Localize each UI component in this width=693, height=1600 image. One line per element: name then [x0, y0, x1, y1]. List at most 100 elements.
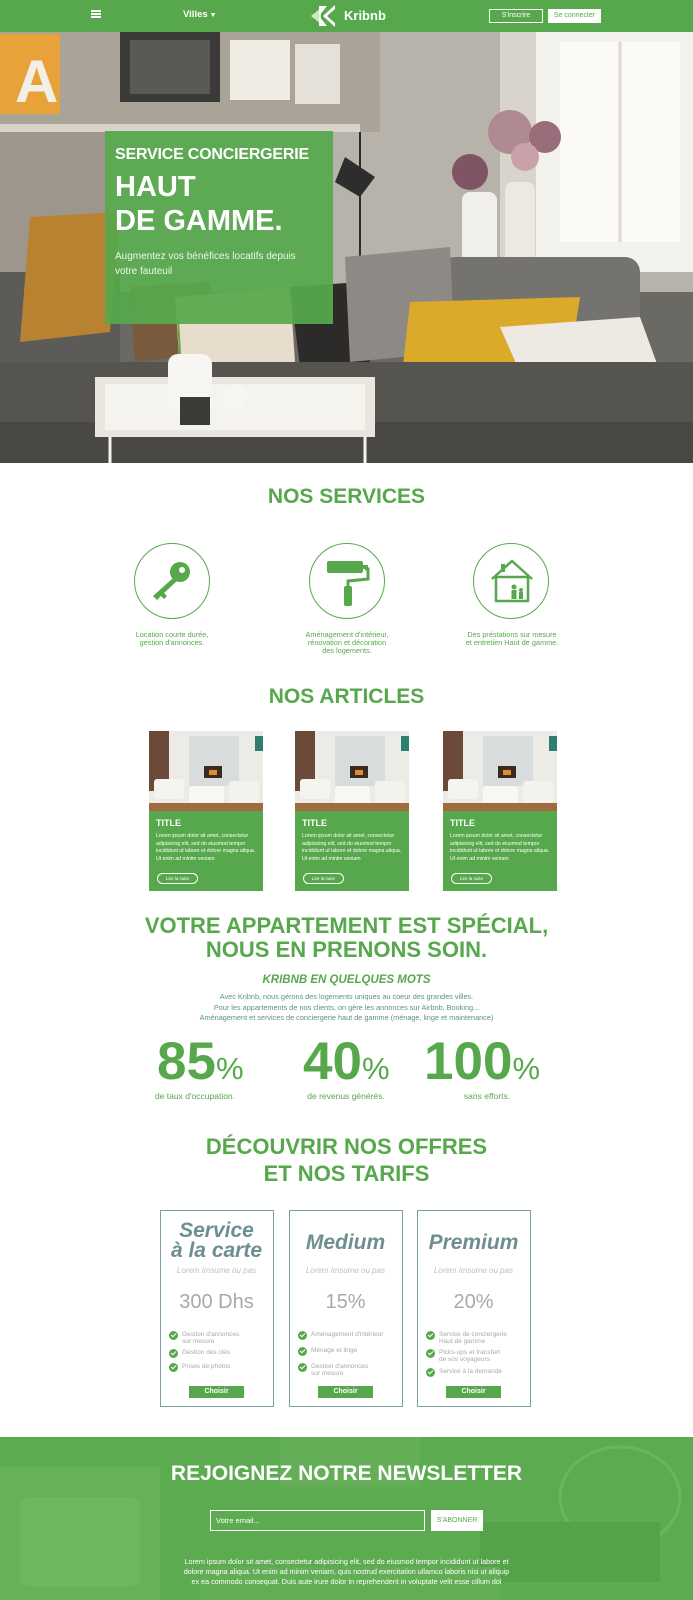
brand-name[interactable]: Kribnb: [344, 8, 386, 23]
plan-feature: Ménage et linge: [298, 1347, 398, 1356]
stat-value: 85: [157, 1032, 216, 1091]
feature-line: Ménage et linge: [311, 1347, 358, 1354]
plan-name: Premium: [428, 1231, 519, 1254]
check-icon: [298, 1347, 307, 1356]
cities-label: Villes: [183, 9, 208, 20]
login-button[interactable]: Se connecter: [548, 9, 601, 23]
hero-title-line-1: HAUT: [115, 171, 196, 203]
plan-feature: Prises de photos: [169, 1363, 269, 1372]
pricing-card-premium: Premium Lorem imsume ou pas 20% Service …: [417, 1210, 531, 1407]
newsletter-email-input[interactable]: [210, 1510, 425, 1531]
stat-unit: %: [512, 1051, 541, 1086]
plan-price: 300 Dhs: [179, 1291, 254, 1313]
feature-line: de vos voyageurs: [439, 1356, 490, 1363]
offers-title-line-1: DÉCOUVRIR NOS OFFRES: [205, 1134, 488, 1159]
pricing-card-a-la-carte: Service à la carte Lorem imsume ou pas 3…: [160, 1210, 274, 1407]
stat-unit: %: [361, 1051, 390, 1086]
article-title: TITLE: [302, 818, 327, 828]
feature-line: Prises de photos: [182, 1363, 231, 1370]
article-title: TITLE: [450, 818, 475, 828]
newsletter-text-line: ex ea commodo consequat. Duis aute irure…: [191, 1577, 502, 1586]
article-excerpt: Lorem ipsum dolor sit amet, consectetur …: [302, 833, 402, 862]
plan-name-line: à la carte: [170, 1239, 263, 1262]
service-text-line: et entretien Haut de gamme.: [465, 638, 559, 647]
signup-button[interactable]: S'inscrire: [489, 9, 543, 23]
about-text-line: Avec Kribnb, nous gérons des logements u…: [219, 992, 474, 1001]
plan-name-line: Service: [179, 1219, 254, 1242]
read-more-button[interactable]: Lire la suite: [157, 873, 198, 884]
check-icon: [426, 1331, 435, 1340]
service-text-3: Des préstations sur mesure et entretien …: [457, 631, 567, 647]
check-icon: [169, 1349, 178, 1358]
feature-line: Picks-ups et transfert: [439, 1349, 501, 1356]
article-excerpt: Lorem ipsum dolor sit amet, consectetur …: [156, 833, 256, 862]
service-text-line: des logements.: [322, 646, 372, 655]
check-icon: [169, 1363, 178, 1372]
check-icon: [426, 1368, 435, 1377]
hero-subtitle-line-1: Augmentez vos bénéfices locatifs depuis: [115, 251, 296, 262]
stat-effortless: 100%: [424, 1034, 540, 1096]
stat-caption: de revenus générés.: [307, 1091, 385, 1101]
feature-line: Service de conciergerie: [439, 1331, 507, 1338]
plan-name: Service à la carte: [161, 1219, 272, 1262]
stat-value: 40: [303, 1032, 362, 1091]
plan-subtitle: Lorem imsume ou pas: [305, 1266, 386, 1275]
article-image: [295, 731, 409, 811]
service-key-circle[interactable]: [134, 543, 210, 619]
hero-kicker: SERVICE CONCIERGERIE: [115, 146, 309, 163]
about-text-line: Pour les appartements de nos clients, on…: [213, 1002, 480, 1012]
subscribe-button[interactable]: S'ABONNER: [431, 1510, 483, 1531]
hero-banner: A SERVICE CONCIERGERIE HAUT DE GAMME. Au…: [0, 32, 693, 463]
about-text-line: Aménagement et services de conciergerie …: [199, 1013, 494, 1022]
plan-subtitle: Lorem imsume ou pas: [433, 1266, 514, 1275]
stat-caption: sans efforts.: [463, 1091, 511, 1101]
service-house-circle[interactable]: [473, 543, 549, 619]
feature-line: sur mesure: [182, 1338, 215, 1345]
newsletter-text-line: dolore magna aliqua. Ut enim ad minim ve…: [183, 1567, 510, 1576]
stat-value: 100: [424, 1032, 513, 1091]
feature-line: Gestion des clés: [182, 1349, 231, 1356]
kribnb-logo-icon[interactable]: [311, 5, 338, 27]
plan-feature: Service à la demande: [426, 1368, 526, 1377]
newsletter-text: Lorem ipsum dolor sit amet, consectetur …: [150, 1557, 543, 1587]
article-card[interactable]: TITLE Lorem ipsum dolor sit amet, consec…: [295, 731, 409, 891]
about-text: Avec Kribnb, nous gérons des logements u…: [0, 992, 693, 1024]
check-icon: [426, 1349, 435, 1358]
plan-price: 20%: [453, 1291, 494, 1313]
newsletter-title: REJOIGNEZ NOTRE NEWSLETTER: [170, 1462, 523, 1485]
choose-plan-button[interactable]: Choisir: [318, 1386, 373, 1398]
top-nav-bar: Villes ▼ Kribnb S'inscrire Se connecter: [0, 0, 693, 32]
about-title: VOTRE APPARTEMENT EST SPÉCIAL, NOUS EN P…: [0, 914, 693, 962]
hamburger-icon[interactable]: [91, 10, 101, 18]
article-card[interactable]: TITLE Lorem ipsum dolor sit amet, consec…: [443, 731, 557, 891]
check-icon: [169, 1331, 178, 1340]
plan-feature: Gestion d'annonces sur mesure: [298, 1363, 398, 1377]
house-icon: [491, 559, 533, 603]
plan-price: 15%: [325, 1291, 366, 1313]
read-more-button[interactable]: Lire la suite: [303, 873, 344, 884]
paint-roller-icon: [327, 561, 370, 606]
choose-plan-button[interactable]: Choisir: [446, 1386, 501, 1398]
plan-feature: Gestion d'annonces sur mesure: [169, 1331, 269, 1345]
feature-line: Haut de gamme: [439, 1338, 486, 1345]
services-title: NOS SERVICES: [267, 485, 426, 508]
choose-plan-button[interactable]: Choisir: [189, 1386, 244, 1398]
service-text-2: Aménagement d'intérieur, rénovation et d…: [292, 631, 402, 655]
article-card[interactable]: TITLE Lorem ipsum dolor sit amet, consec…: [149, 731, 263, 891]
service-text-1: Location courte durée, gestion d'annonce…: [117, 631, 227, 647]
about-title-line-1: VOTRE APPARTEMENT EST SPÉCIAL,: [144, 913, 549, 938]
article-title: TITLE: [156, 818, 181, 828]
plan-feature: Picks-ups et transfert de vos voyageurs: [426, 1349, 526, 1363]
articles-title: NOS ARTICLES: [268, 685, 425, 708]
read-more-button[interactable]: Lire la suite: [451, 873, 492, 884]
hero-subtitle-line-2: votre fauteuil: [115, 266, 173, 277]
hero-headline-box: SERVICE CONCIERGERIE HAUT DE GAMME. Augm…: [105, 131, 333, 324]
article-image: [149, 731, 263, 811]
cities-dropdown[interactable]: Villes ▼: [183, 9, 217, 20]
feature-line: Aménagement d'intérieur: [311, 1331, 384, 1338]
stat-revenue: 40%: [303, 1034, 390, 1096]
stat-unit: %: [215, 1051, 244, 1086]
check-icon: [298, 1363, 307, 1372]
service-roller-circle[interactable]: [309, 543, 385, 619]
plan-feature: Gestion des clés: [169, 1349, 269, 1358]
